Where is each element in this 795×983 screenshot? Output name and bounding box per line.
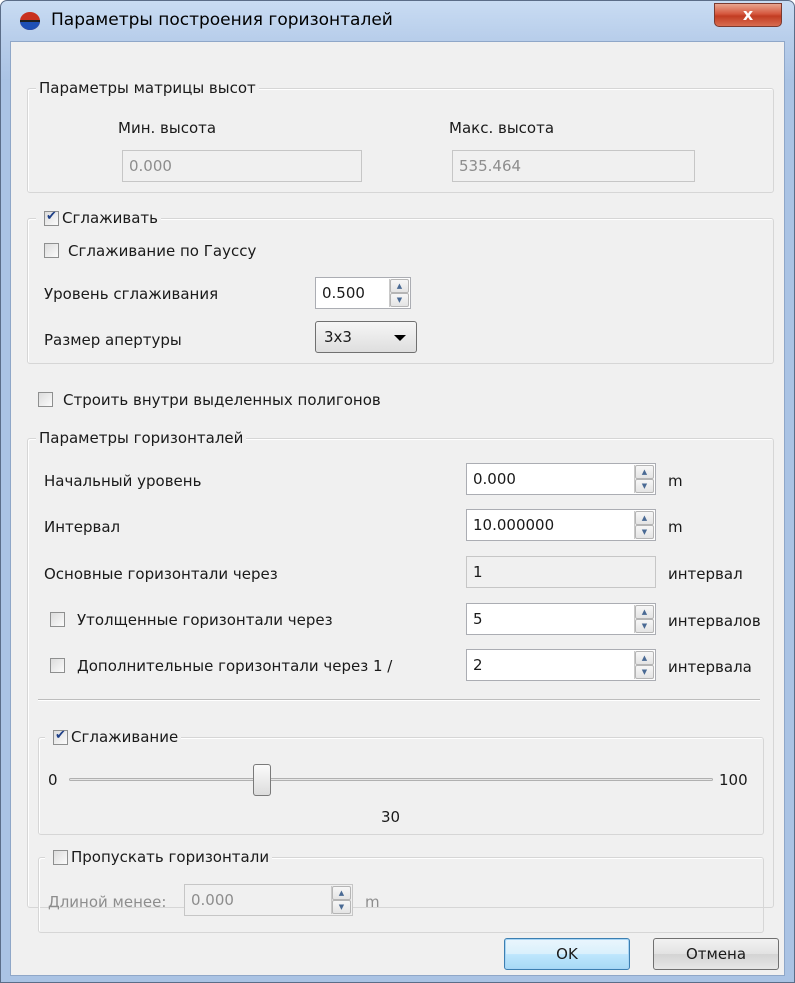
smoothing-level-spinbox[interactable]: 0.500 ▲ ▼ [315, 277, 411, 309]
close-button[interactable]: x [714, 3, 782, 27]
ok-button[interactable]: OK [504, 938, 630, 970]
window-title: Параметры построения горизонталей [51, 10, 393, 30]
start-level-unit: m [668, 472, 683, 490]
spin-up-down-icon[interactable]: ▲ ▼ [331, 886, 351, 914]
inside-polygons-checkbox[interactable] [38, 392, 53, 407]
start-level-value: 0.000 [473, 470, 516, 488]
min-length-label: Длиной менее: [48, 893, 167, 911]
gauss-smoothing-checkbox[interactable] [44, 243, 59, 258]
aperture-size-value: 3x3 [324, 328, 352, 346]
main-contours-unit: интервал [668, 565, 743, 583]
gauss-smoothing-label: Сглаживание по Гауссу [68, 242, 257, 260]
thick-contours-label: Утолщенные горизонтали через [77, 611, 333, 629]
contour-params-legend: Параметры горизонталей [36, 429, 247, 447]
max-height-label: Макс. высота [449, 119, 555, 137]
dialog-window: Параметры построения горизонталей x Пара… [0, 0, 795, 983]
min-height-field[interactable]: 0.000 [122, 150, 362, 182]
interval-label: Интервал [44, 518, 121, 536]
smoothing-slider-track[interactable] [69, 778, 713, 781]
extra-contours-label: Дополнительные горизонтали через 1 / [77, 657, 393, 675]
slider-value-label: 30 [381, 808, 401, 826]
separator-line [38, 699, 760, 701]
contour-params-group: Параметры горизонталей Начальный уровень… [27, 429, 774, 933]
smoothing-checkbox[interactable] [44, 209, 59, 226]
dialog-client-area: Параметры матрицы высот Мин. высота 0.00… [10, 41, 785, 976]
thick-contours-value: 5 [473, 610, 483, 628]
smoothing-level-label: Уровень сглаживания [44, 285, 219, 303]
cancel-button[interactable]: Отмена [653, 938, 779, 970]
height-matrix-legend: Параметры матрицы высот [36, 79, 259, 97]
start-level-spinbox[interactable]: 0.000 ▲ ▼ [466, 463, 656, 495]
min-length-value: 0.000 [191, 891, 234, 909]
min-height-label: Мин. высота [118, 119, 217, 137]
slider-min-label: 0 [48, 771, 58, 789]
main-contours-field: 1 [466, 556, 656, 588]
skip-contours-group: Пропускать горизонтали Длиной менее: 0.0… [38, 848, 764, 933]
spin-up-down-icon[interactable]: ▲ ▼ [634, 511, 654, 539]
slider-max-label: 100 [719, 771, 748, 789]
aperture-size-dropdown[interactable]: 3x3 [315, 321, 417, 353]
spin-up-down-icon[interactable]: ▲ ▼ [634, 651, 654, 679]
thick-contours-checkbox[interactable] [50, 612, 65, 627]
thick-contours-spinbox[interactable]: 5 ▲ ▼ [466, 603, 656, 635]
min-length-unit: m [365, 893, 380, 911]
start-level-label: Начальный уровень [44, 472, 202, 490]
skip-contours-legend: Пропускать горизонтали [45, 848, 273, 866]
extra-contours-value: 2 [473, 656, 483, 674]
extra-contours-checkbox[interactable] [50, 658, 65, 673]
extra-contours-unit: интервала [668, 658, 752, 676]
interval-spinbox[interactable]: 10.000000 ▲ ▼ [466, 509, 656, 541]
app-globe-icon [20, 12, 40, 30]
skip-contours-checkbox[interactable] [53, 850, 68, 865]
main-contours-label: Основные горизонтали через [44, 565, 278, 583]
inside-polygons-label: Строить внутри выделенных полигонов [63, 391, 381, 409]
min-length-spinbox[interactable]: 0.000 ▲ ▼ [184, 884, 353, 916]
spin-up-down-icon[interactable]: ▲ ▼ [634, 465, 654, 493]
smoothing-level-value: 0.500 [322, 284, 365, 302]
max-height-field[interactable]: 535.464 [452, 150, 695, 182]
interval-value: 10.000000 [473, 516, 555, 534]
thick-contours-unit: интервалов [668, 612, 761, 630]
interval-unit: m [668, 518, 683, 536]
smoothing-group: Сглаживать Сглаживание по Гауссу Уровень… [27, 209, 774, 364]
close-icon: x [742, 5, 754, 24]
height-matrix-group: Параметры матрицы высот Мин. высота 0.00… [27, 79, 774, 193]
spin-up-down-icon[interactable]: ▲ ▼ [389, 279, 409, 307]
spin-up-down-icon[interactable]: ▲ ▼ [634, 605, 654, 633]
aperture-size-label: Размер апертуры [44, 331, 182, 349]
smoothing-slider-thumb[interactable] [253, 764, 272, 796]
chevron-down-icon [394, 335, 406, 341]
slider-smoothing-group: Сглаживание 0 100 30 [38, 728, 764, 835]
slider-smoothing-checkbox[interactable] [53, 728, 68, 745]
title-bar[interactable]: Параметры построения горизонталей x [1, 1, 794, 41]
extra-contours-spinbox[interactable]: 2 ▲ ▼ [466, 649, 656, 681]
